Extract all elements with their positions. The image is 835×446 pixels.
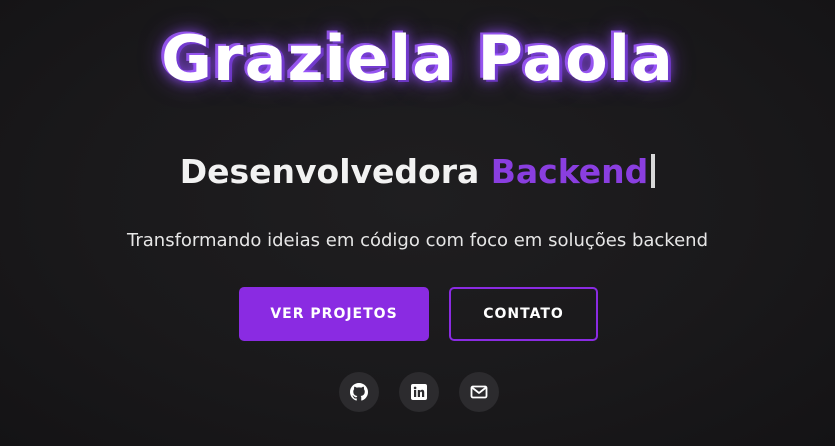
github-icon	[350, 383, 368, 401]
typing-cursor	[651, 154, 656, 188]
contact-button[interactable]: CONTATO	[449, 287, 598, 341]
hero-tagline: Transformando ideias em código com foco …	[127, 230, 708, 251]
mail-icon	[470, 383, 488, 401]
subtitle-prefix: Desenvolvedora	[179, 152, 480, 191]
email-link[interactable]	[459, 372, 499, 412]
linkedin-icon	[411, 384, 427, 400]
hero-subtitle: Desenvolvedora Backend	[0, 148, 835, 196]
hero-section: Graziela Paola Desenvolvedora Backend Tr…	[0, 0, 835, 446]
github-link[interactable]	[339, 372, 379, 412]
linkedin-link[interactable]	[399, 372, 439, 412]
subtitle-accent: Backend	[490, 152, 649, 191]
view-projects-button[interactable]: VER PROJETOS	[239, 287, 429, 341]
hero-name: Graziela Paola	[161, 22, 674, 95]
